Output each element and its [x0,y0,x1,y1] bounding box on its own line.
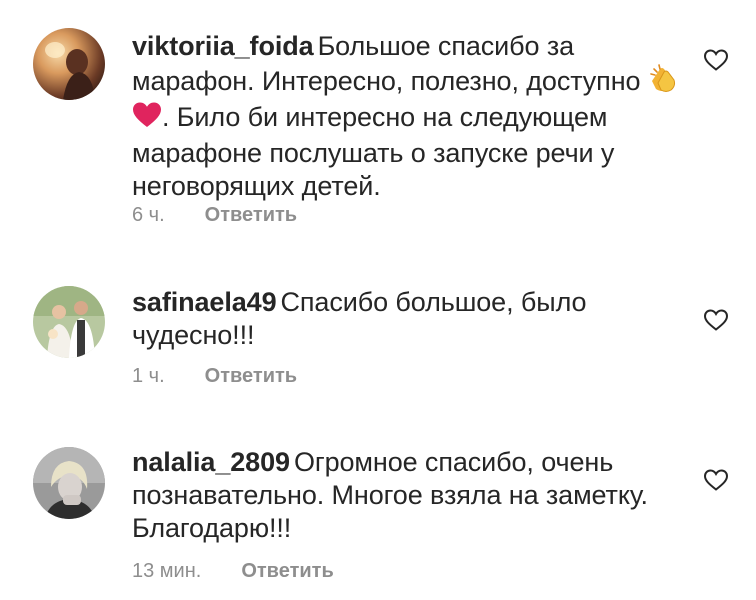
heart-outline-icon [703,49,729,71]
comment-username[interactable]: nalalia_2809 [132,447,290,477]
comment-meta: 6 ч. Ответить [132,204,297,227]
like-button[interactable] [703,468,729,492]
like-button[interactable] [703,48,729,72]
comment-timestamp: 13 мин. [132,560,202,582]
comment-text: safinaela49 Спасибо большое, было чудесно… [132,286,692,352]
comment-message-continued: . Било би интересно на следующем марафон… [132,102,615,201]
reply-button[interactable]: Ответить [205,365,297,388]
clapping-hands-icon [648,63,680,101]
comment-timestamp: 1 ч. [132,365,165,387]
reply-button[interactable]: Ответить [241,560,333,583]
red-heart-icon [132,101,162,137]
avatar[interactable] [33,286,105,358]
comment-meta: 13 мин. Ответить [132,560,334,583]
like-button[interactable] [703,308,729,332]
comment-text: nalalia_2809 Огромное спасибо, очень позн… [132,446,692,545]
comment-username[interactable]: safinaela49 [132,287,277,317]
heart-outline-icon [703,309,729,331]
avatar[interactable] [33,28,105,100]
comment-username[interactable]: viktoriia_foida [132,31,314,61]
comment-text: viktoriia_foida Большое спасибо за марафо… [132,30,692,203]
comment-timestamp: 6 ч. [132,204,165,226]
comment-meta: 1 ч. Ответить [132,365,297,388]
heart-outline-icon [703,469,729,491]
reply-button[interactable]: Ответить [205,204,297,227]
avatar[interactable] [33,447,105,519]
